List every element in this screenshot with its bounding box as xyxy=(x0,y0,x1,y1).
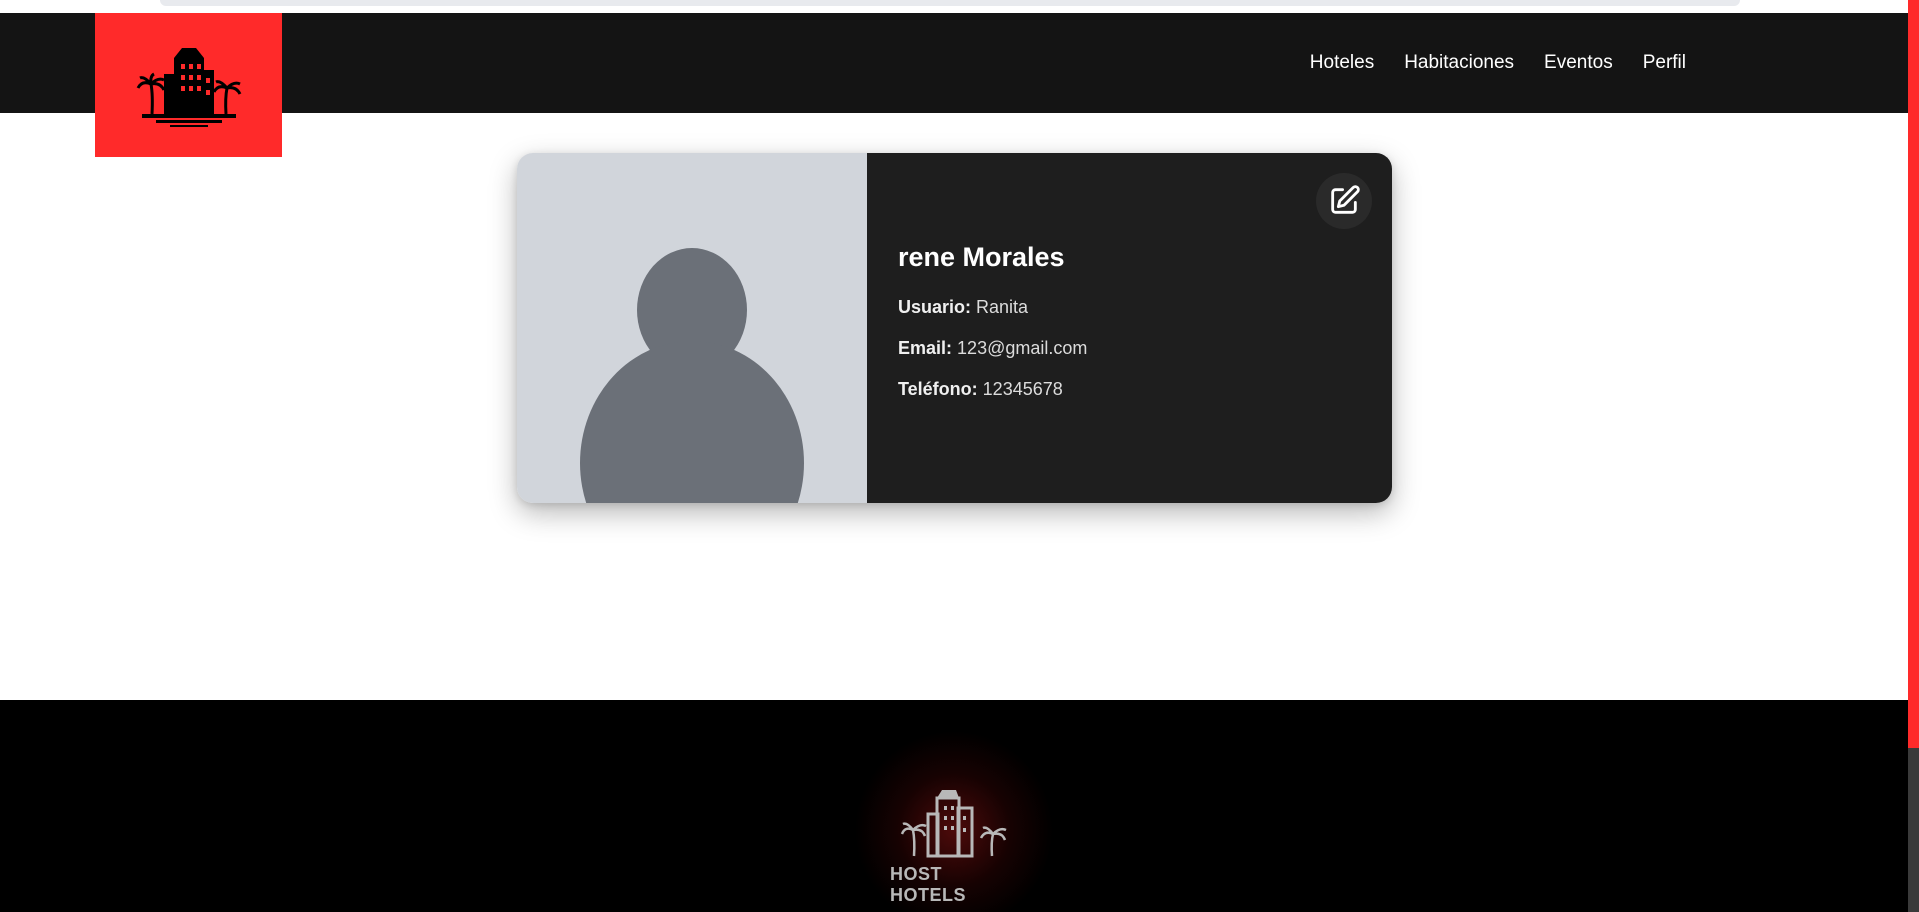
profile-info: rene Morales Usuario: Ranita Email: 123@… xyxy=(867,153,1392,503)
edit-profile-button[interactable] xyxy=(1316,173,1372,229)
user-placeholder-icon xyxy=(580,248,804,503)
nav-link-eventos[interactable]: Eventos xyxy=(1544,52,1613,74)
detail-email: Email: 123@gmail.com xyxy=(898,338,1392,360)
footer-brand: HOST HOTELS xyxy=(890,864,967,905)
detail-value: 123@gmail.com xyxy=(957,337,1088,358)
footer: HOST HOTELS xyxy=(0,700,1908,912)
profile-card: rene Morales Usuario: Ranita Email: 123@… xyxy=(517,153,1392,503)
detail-label: Email: xyxy=(898,337,953,358)
footer-logo[interactable]: HOST HOTELS xyxy=(890,784,1020,906)
browser-top-strip xyxy=(0,0,1908,13)
detail-label: Teléfono: xyxy=(898,378,978,399)
edit-icon xyxy=(1331,185,1360,214)
detail-value: Ranita xyxy=(976,297,1029,318)
browser-address-pill xyxy=(160,0,1740,6)
hotel-logo-icon xyxy=(900,790,1007,858)
nav-link-hoteles[interactable]: Hoteles xyxy=(1310,52,1374,74)
profile-photo xyxy=(517,153,867,503)
nav-link-perfil[interactable]: Perfil xyxy=(1643,52,1686,74)
detail-value: 12345678 xyxy=(982,378,1063,399)
detail-telefono: Teléfono: 12345678 xyxy=(898,379,1392,401)
site-logo[interactable] xyxy=(95,13,282,157)
main-nav: Hoteles Habitaciones Eventos Perfil xyxy=(1310,13,1686,113)
detail-label: Usuario: xyxy=(898,297,972,318)
scrollbar-thumb[interactable] xyxy=(1908,0,1919,748)
hotel-logo-icon xyxy=(136,48,241,127)
nav-link-habitaciones[interactable]: Habitaciones xyxy=(1404,52,1514,74)
profile-name: rene Morales xyxy=(898,242,1065,272)
detail-usuario: Usuario: Ranita xyxy=(898,297,1392,319)
